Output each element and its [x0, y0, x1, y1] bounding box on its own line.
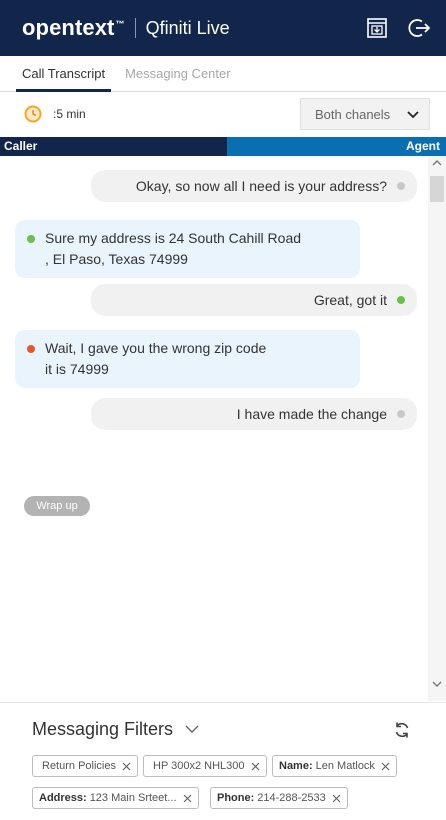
- caller-label: Caller: [0, 137, 227, 156]
- message-text: Okay, so now all I need is your address?: [135, 178, 387, 194]
- app-header: opentext™ Qfiniti Live: [0, 0, 446, 56]
- status-dot: [397, 296, 405, 304]
- message-bubble-agent[interactable]: Great, got it: [91, 284, 417, 316]
- message-line: , El Paso, Texas 74999: [45, 251, 188, 267]
- call-duration: :5 min: [53, 107, 86, 121]
- scroll-thumb[interactable]: [430, 176, 444, 202]
- filter-chip[interactable]: Name: Len Matlock: [272, 755, 397, 777]
- close-icon[interactable]: [251, 762, 260, 771]
- message-line: it is 74999: [45, 361, 109, 377]
- close-icon[interactable]: [332, 794, 341, 803]
- chip-key: Address:: [39, 792, 87, 804]
- brand-logo: opentext™: [22, 15, 125, 40]
- chip-key: Phone:: [217, 792, 255, 804]
- close-icon[interactable]: [122, 762, 131, 771]
- product-name: Qfiniti Live: [145, 17, 230, 38]
- message-text: Great, got it: [313, 292, 387, 308]
- chip-value: 123 Main Srteet...: [89, 792, 177, 804]
- scroll-down-icon[interactable]: [428, 681, 446, 695]
- filter-chip[interactable]: Return Policies: [32, 755, 138, 777]
- channel-select[interactable]: Both chanels: [300, 98, 430, 130]
- message-line: Sure my address is 24 South Cahill Road: [45, 230, 302, 246]
- messaging-filters-panel: Messaging Filters Return Policies HP 300…: [0, 702, 446, 820]
- scroll-up-icon[interactable]: [428, 159, 446, 173]
- channel-select-value: Both chanels: [315, 106, 391, 122]
- chip-key: Name:: [279, 760, 313, 772]
- status-dot: [27, 235, 35, 243]
- message-text: I have made the change: [236, 406, 387, 422]
- chip-value: Return Policies: [42, 760, 116, 772]
- brand-divider: [134, 18, 136, 38]
- close-icon[interactable]: [381, 762, 390, 771]
- wrap-up-button[interactable]: Wrap up: [24, 496, 90, 516]
- message-bubble-caller[interactable]: Wait, I gave you the wrong zip code it i…: [15, 330, 360, 388]
- clock-icon: [24, 105, 42, 123]
- message-line: Wait, I gave you the wrong zip code: [45, 340, 267, 356]
- vertical-scrollbar[interactable]: [428, 156, 446, 701]
- chevron-down-icon[interactable]: [185, 725, 199, 734]
- filter-chip[interactable]: Address: 123 Main Srteet...: [32, 787, 199, 809]
- logout-icon[interactable]: [406, 15, 432, 41]
- transcript-panel: Okay, so now all I need is your address?…: [0, 156, 446, 701]
- status-dot: [397, 182, 405, 190]
- message-bubble-caller[interactable]: Sure my address is 24 South Cahill Road …: [15, 220, 360, 278]
- tab-bar: Call Transcript Messaging Center: [0, 56, 446, 92]
- filter-chip[interactable]: HP 300x2 NHL300: [143, 755, 267, 777]
- role-bar: Caller Agent: [0, 137, 446, 156]
- chip-value: HP 300x2 NHL300: [153, 760, 245, 772]
- close-icon[interactable]: [183, 794, 192, 803]
- chip-value: 214-288-2533: [257, 792, 326, 804]
- filter-chip[interactable]: Phone: 214-288-2533: [210, 787, 348, 809]
- tab-messaging-center[interactable]: Messaging Center: [119, 66, 237, 91]
- message-bubble-agent[interactable]: I have made the change: [91, 398, 417, 430]
- agent-label: Agent: [227, 137, 446, 156]
- status-dot: [27, 345, 35, 353]
- status-dot: [397, 410, 405, 418]
- filters-title: Messaging Filters: [32, 719, 174, 739]
- save-window-icon[interactable]: [364, 15, 390, 41]
- chevron-down-icon: [407, 107, 419, 122]
- refresh-icon[interactable]: [392, 720, 412, 740]
- tab-call-transcript[interactable]: Call Transcript: [16, 66, 112, 92]
- chip-value: Len Matlock: [315, 760, 375, 772]
- transcript-controls: :5 min Both chanels: [0, 93, 446, 135]
- message-bubble-agent[interactable]: Okay, so now all I need is your address?: [91, 170, 417, 202]
